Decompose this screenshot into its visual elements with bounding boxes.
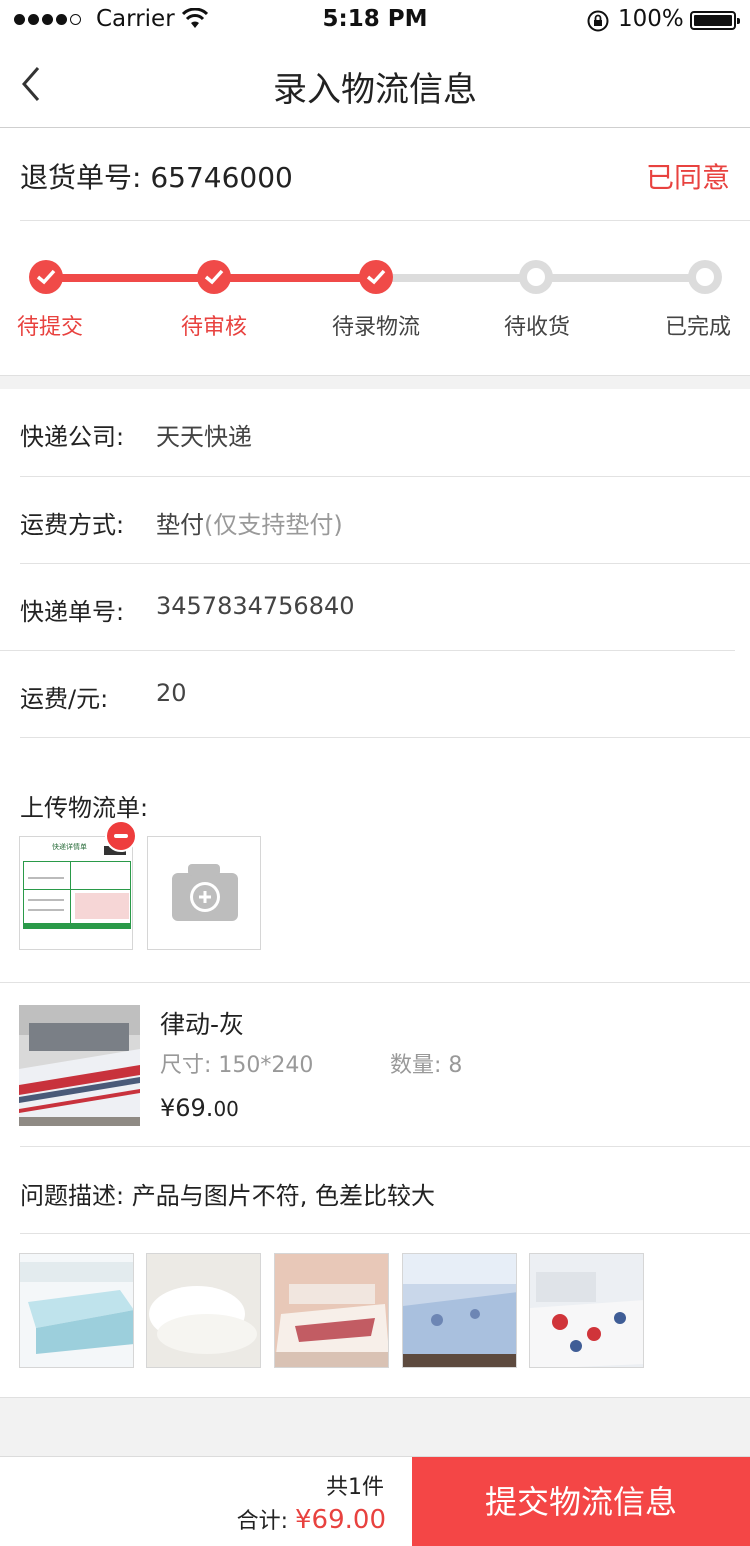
upload-title: 上传物流单: — [20, 794, 149, 822]
courier-company-row[interactable]: 快递公司: 天天快递 — [0, 389, 750, 476]
bottom-spacer — [0, 1397, 750, 1456]
checkmark-icon — [366, 269, 386, 285]
status-badge: 已同意 — [645, 161, 730, 194]
shipping-method-value: 垫付(仅支持垫付) — [156, 505, 343, 540]
uploaded-waybill-thumbnail[interactable]: 快递详情单 — [19, 836, 133, 950]
price-main: ¥69. — [160, 1094, 214, 1122]
courier-value: 天天快递 — [156, 423, 252, 451]
order-header: 退货单号: 65746000 已同意 — [0, 129, 750, 220]
tracking-label: 快递单号: — [20, 598, 125, 626]
courier-label: 快递公司: — [20, 423, 125, 451]
product-quantity: 数量: 8 — [390, 1053, 463, 1078]
total-label: 合计: — [236, 1509, 289, 1534]
submit-logistics-button[interactable]: 提交物流信息 — [412, 1457, 750, 1546]
battery-icon — [690, 11, 740, 30]
return-order-number: 退货单号: 65746000 — [20, 161, 293, 194]
checkout-bar: 共1件 合计: ¥69.00 提交物流信息 — [0, 1456, 750, 1546]
problem-photo[interactable] — [19, 1253, 134, 1368]
shipping-method-selected: 垫付 — [156, 511, 204, 539]
product-name: 律动-灰 — [160, 1010, 245, 1039]
step-label: 待录物流 — [331, 315, 420, 340]
problem-photo[interactable] — [529, 1253, 644, 1368]
product-size: 尺寸: 150*240 — [160, 1053, 314, 1078]
tracking-number-field[interactable]: 3457834756840 — [156, 592, 355, 620]
shipping-fee-field[interactable]: 20 — [156, 679, 187, 707]
problem-photo[interactable] — [402, 1253, 517, 1368]
progress-tracker: 待提交 待审核 待录物流 待收货 已完成 — [0, 221, 750, 375]
waybill-image — [20, 837, 132, 949]
page-title: 录入物流信息 — [273, 70, 477, 110]
shipping-method-hint: (仅支持垫付) — [204, 511, 343, 539]
step-label: 待收货 — [503, 315, 570, 340]
fee-label: 运费/元: — [20, 685, 109, 713]
step-label: 已完成 — [664, 315, 731, 340]
status-bar: Carrier 5:18 PM 100% — [0, 0, 750, 40]
battery-percent: 100% — [618, 6, 684, 32]
order-total: 合计: ¥69.00 — [237, 1503, 386, 1535]
step-node-done — [197, 260, 231, 294]
camera-add-icon — [172, 864, 238, 921]
waybill-slip-title: 快递详情单 — [52, 843, 87, 851]
step-node-pending — [688, 260, 722, 294]
problem-description: 问题描述: 产品与图片不符, 色差比较大 — [20, 1182, 435, 1210]
divider — [20, 737, 750, 738]
step-node-pending — [519, 260, 553, 294]
item-count: 共1件 — [326, 1475, 384, 1500]
shipping-fee-row[interactable]: 运费/元: 20 — [0, 651, 750, 738]
tracking-number-row[interactable]: 快递单号: 3457834756840 — [0, 564, 750, 651]
shipping-method-label: 运费方式: — [20, 511, 125, 539]
divider — [20, 1146, 750, 1147]
problem-photo[interactable] — [146, 1253, 261, 1368]
price-cents: 00 — [213, 1097, 239, 1121]
shipping-method-row[interactable]: 运费方式: 垫付(仅支持垫付) — [0, 477, 750, 564]
checkmark-icon — [204, 269, 224, 285]
total-amount: ¥69.00 — [295, 1505, 386, 1535]
product-image — [19, 1005, 140, 1126]
step-label: 待提交 — [16, 315, 83, 340]
nav-bar: 录入物流信息 — [0, 40, 750, 128]
product-price: ¥69.00 — [160, 1094, 239, 1122]
rotation-lock-icon — [587, 10, 609, 32]
divider — [20, 1233, 750, 1234]
step-label: 待审核 — [180, 315, 247, 340]
divider — [0, 982, 750, 983]
step-node-done — [29, 260, 63, 294]
step-node-done — [359, 260, 393, 294]
problem-photo[interactable] — [274, 1253, 389, 1368]
remove-icon[interactable] — [105, 820, 137, 852]
checkmark-icon — [36, 269, 56, 285]
section-separator — [0, 375, 750, 389]
add-photo-button[interactable] — [147, 836, 261, 950]
